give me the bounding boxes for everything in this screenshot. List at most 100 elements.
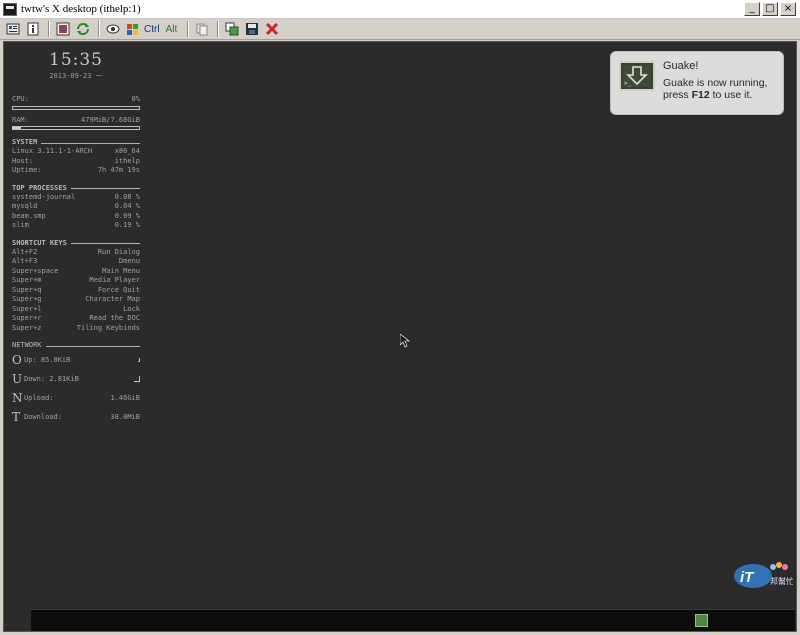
notification-line-2-start: press [663, 89, 692, 101]
close-button[interactable]: × [780, 2, 796, 16]
shortcut-keys-section-title: SHORTCUT KEYS [12, 238, 67, 247]
shortcut-row: Super+r Read the DOC [12, 314, 140, 324]
shortcut-action: Character Map [85, 295, 140, 303]
vnc-app-icon[interactable] [3, 2, 17, 16]
network-row: O Up: 85.8KiB [12, 350, 140, 369]
cpu-label: CPU: [12, 95, 29, 103]
total-download-icon: T [12, 409, 21, 424]
shortcut-keys-section-header: SHORTCUT KEYS [12, 239, 140, 247]
process-name: beam.smp [12, 211, 46, 220]
shortcut-action: Main Menu [102, 266, 140, 275]
process-cpu: 0.19 % [114, 221, 140, 229]
system-row: Linux 3.11.1-1-ARCH x86_64 [12, 147, 140, 157]
save-icon [246, 23, 259, 35]
send-ctrl-alt-del-button[interactable] [104, 21, 122, 38]
connection-options-button[interactable] [4, 21, 22, 38]
ram-row: RAM: 479MiB/7.68GiB [12, 116, 140, 126]
section-divider [45, 345, 140, 347]
svg-text:>_: >_ [624, 80, 632, 87]
new-connection-button[interactable] [223, 21, 241, 38]
download-speed-icon: U [12, 371, 23, 386]
notification-line-2-end: to use it. [709, 89, 753, 101]
new-connection-icon [225, 22, 239, 36]
guake-notification[interactable]: >_ Guake! Guake is now running, press F1… [610, 51, 784, 115]
shortcut-key: Super+r [12, 314, 42, 322]
notification-body: Guake! Guake is now running, press F12 t… [663, 60, 767, 108]
shortcut-row: Super+z Tiling Keybinds [12, 324, 140, 334]
network-row: N Upload: 1.46GiB [12, 388, 140, 407]
ctrl-key-toggle[interactable]: Ctrl [144, 24, 160, 35]
shortcut-key: Super+m [12, 276, 42, 284]
section-divider [70, 188, 140, 189]
section-divider [41, 142, 140, 144]
shortcut-action: Run Dialog [97, 247, 140, 256]
shortcut-key: Super+q [12, 285, 42, 294]
disconnect-icon [266, 22, 279, 36]
system-row-value: ithelp [114, 156, 140, 165]
ctrl-alt-del-icon [106, 24, 120, 34]
conky-monitor: 15:35 2013-09-23 一 CPU: 0% RAM: 479MiB/7… [12, 48, 140, 426]
maximize-button[interactable]: □ [762, 2, 778, 16]
process-name: systemd-journal [12, 192, 76, 201]
shortcut-row: Super+g Character Map [12, 295, 140, 305]
toolbar-separator [98, 21, 100, 37]
toolbar-separator [217, 21, 220, 37]
request-refresh-button[interactable] [74, 21, 92, 38]
shortcut-action: Read the DOC [89, 314, 140, 322]
system-row-label: Linux 3.11.1-1-ARCH [12, 147, 93, 155]
upload-speed-icon: O [12, 352, 22, 367]
info-icon [27, 22, 39, 36]
ram-label: RAM: [12, 115, 29, 124]
disconnect-button[interactable] [263, 21, 281, 38]
network-value: 38.0MiB [110, 412, 140, 421]
network-row: U Down: 2.81KiB [12, 369, 140, 388]
network-label: Download: [24, 412, 62, 421]
network-value: 1.46GiB [110, 393, 140, 402]
alt-key-toggle[interactable]: Alt [166, 24, 178, 35]
shortcut-action: Media Player [89, 276, 140, 284]
ram-bar [12, 126, 140, 130]
save-session-button[interactable] [243, 21, 261, 38]
top-processes-section-title: TOP PROCESSES [12, 183, 67, 192]
system-row-value: x86_64 [114, 147, 140, 155]
full-screen-button[interactable] [54, 21, 72, 38]
notification-line-1: Guake is now running, [663, 77, 768, 89]
shortcut-key: Alt+F2 [12, 247, 38, 256]
shortcut-action: Dmenu [118, 257, 140, 265]
shortcut-key: Super+space [12, 266, 59, 275]
minimize-button[interactable]: _ [744, 2, 760, 16]
transfer-clipboard-button[interactable] [193, 21, 211, 38]
process-name: mysqld [12, 202, 38, 210]
system-row-label: Host: [12, 156, 34, 165]
toolbar-separator [48, 21, 50, 37]
top-processes-section-header: TOP PROCESSES [12, 184, 140, 192]
network-label: Down: 2.81KiB [24, 374, 79, 383]
connection-options-icon [6, 23, 20, 35]
cpu-row: CPU: 0% [12, 95, 140, 105]
network-section-title: NETWORK [12, 341, 42, 349]
refresh-icon [77, 23, 89, 35]
bottom-panel[interactable] [31, 609, 795, 631]
guake-terminal-icon: >_ [619, 61, 655, 91]
window-title: twtw's X desktop (ithelp:1) [21, 3, 141, 15]
shortcut-action: Lock [123, 304, 140, 313]
ram-bar-fill [13, 127, 21, 129]
shortcut-action: Force Quit [97, 285, 140, 294]
network-row: T Download: 38.0MiB [12, 407, 140, 426]
cpu-bar [12, 105, 140, 110]
shortcut-key: Super+z [12, 323, 42, 332]
connection-info-button[interactable] [24, 21, 42, 38]
remote-desktop[interactable]: 15:35 2013-09-23 一 CPU: 0% RAM: 479MiB/7… [3, 41, 797, 632]
toolbar-separator [187, 21, 190, 37]
full-screen-icon [56, 22, 70, 36]
svg-text:邦幫忙: 邦幫忙 [770, 576, 793, 586]
system-row-label: Uptime: [12, 166, 42, 174]
process-row: systemd-journal 0.08 % [12, 193, 140, 203]
shortcut-row: Alt+F3 Dmenu [12, 257, 140, 267]
process-cpu: 0.08 % [114, 192, 140, 201]
guake-tray-icon[interactable] [695, 614, 708, 627]
clock-date: 2013-09-23 一 [49, 72, 103, 80]
process-row: beam.smp 0.09 % [12, 212, 140, 222]
title-bar: twtw's X desktop (ithelp:1) _ □ × [0, 0, 800, 19]
send-win-key-button[interactable] [124, 21, 142, 38]
